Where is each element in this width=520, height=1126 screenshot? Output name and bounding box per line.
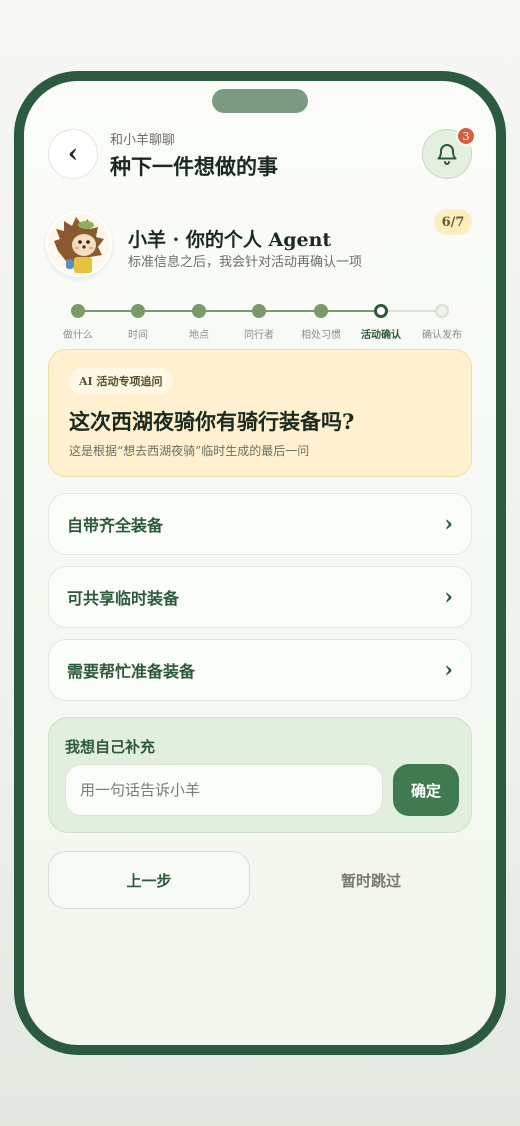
step-label-2: 时间 — [128, 330, 148, 341]
step-dot-3 — [192, 304, 206, 318]
step-line-done — [78, 310, 382, 312]
bell-icon — [437, 144, 457, 165]
custom-answer-title: 我想自己补充 — [65, 738, 156, 756]
step-dot-4 — [252, 304, 266, 318]
agent-description: 标准信息之后，我会针对活动再确认一项 — [128, 255, 363, 270]
page-title: 种下一件想做的事 — [110, 154, 278, 179]
hedgehog-avatar-icon — [48, 213, 110, 275]
step-dot-7 — [435, 304, 449, 318]
option-label: 需要帮忙准备装备 — [67, 662, 196, 681]
step-label-7: 确认发布 — [422, 330, 462, 341]
step-label-6: 活动确认 — [361, 330, 401, 341]
chevron-right-icon: › — [444, 584, 453, 610]
custom-answer-input[interactable] — [65, 764, 383, 816]
question-tag: AI 活动专项追问 — [69, 368, 173, 394]
previous-step-button[interactable]: 上一步 — [48, 851, 250, 909]
option-share-gear[interactable]: 可共享临时装备 › — [48, 566, 472, 628]
notification-badge: 3 — [456, 126, 476, 146]
step-dot-5 — [314, 304, 328, 318]
custom-answer-card: 我想自己补充 确定 — [48, 717, 472, 833]
step-label-4: 同行者 — [244, 330, 274, 341]
chevron-right-icon: › — [444, 511, 453, 537]
agent-title: 小羊 · 你的个人 Agent — [128, 229, 332, 251]
step-dot-1 — [71, 304, 85, 318]
step-line-todo — [382, 310, 442, 312]
progress-stepper: 做什么 时间 地点 同行者 相处习惯 活动确认 确认发布 — [24, 296, 496, 341]
back-button[interactable]: ‹ — [48, 129, 98, 179]
notch — [212, 89, 308, 113]
question-title: 这次西湖夜骑你有骑行装备吗? — [69, 409, 355, 434]
option-bring-own-gear[interactable]: 自带齐全装备 › — [48, 493, 472, 555]
option-need-help-gear[interactable]: 需要帮忙准备装备 › — [48, 639, 472, 701]
step-label-3: 地点 — [189, 330, 209, 341]
header-subtitle: 和小羊聊聊 — [110, 133, 176, 148]
question-card: AI 活动专项追问 这次西湖夜骑你有骑行装备吗? 这是根据“想去西湖夜骑”临时生… — [48, 349, 472, 477]
step-count-badge: 6/7 — [434, 209, 472, 235]
question-note: 这是根据“想去西湖夜骑”临时生成的最后一问 — [69, 444, 310, 458]
step-dot-6-current — [374, 304, 388, 318]
chevron-right-icon: › — [444, 657, 453, 683]
option-label: 自带齐全装备 — [67, 516, 164, 535]
step-label-1: 做什么 — [63, 330, 93, 341]
step-dot-2 — [131, 304, 145, 318]
chevron-left-icon: ‹ — [67, 139, 79, 169]
step-label-5: 相处习惯 — [301, 330, 341, 341]
skip-button[interactable]: 暂时跳过 — [270, 851, 472, 909]
confirm-button[interactable]: 确定 — [393, 764, 459, 816]
avatar — [46, 211, 112, 277]
app-screen: ‹ 和小羊聊聊 种下一件想做的事 3 小羊 · 你的个人 Agent 标准信息之… — [24, 81, 496, 1045]
phone-frame: ‹ 和小羊聊聊 种下一件想做的事 3 小羊 · 你的个人 Agent 标准信息之… — [14, 71, 506, 1055]
option-label: 可共享临时装备 — [67, 589, 180, 608]
